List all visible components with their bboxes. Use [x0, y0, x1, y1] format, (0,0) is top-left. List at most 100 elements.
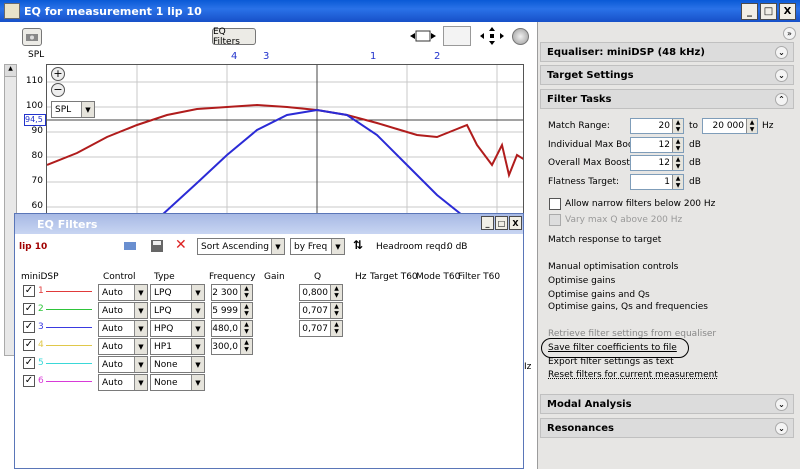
filter-frequency-input[interactable]: 480,0 ▲ ▼	[211, 320, 253, 337]
zoom-in-button[interactable]: +	[51, 67, 65, 81]
app-icon	[4, 3, 20, 19]
allow-narrow-label[interactable]: Allow narrow filters below 200 Hz	[565, 199, 715, 209]
filter-q-input[interactable]: 0,800 ▲ ▼	[299, 284, 343, 301]
filter-control-select[interactable]: Auto ▼	[98, 302, 148, 319]
filter-tasks-header[interactable]: Filter Tasks ⌃	[540, 89, 794, 109]
allow-narrow-checkbox[interactable]	[549, 198, 561, 210]
col-filter-t60: Filter T60	[458, 272, 501, 282]
frequency-response-graph[interactable]: + − SPL ▼	[46, 64, 524, 214]
filter-marker-1[interactable]: 1	[370, 51, 376, 62]
flatness-target-input[interactable]: 1 ▲ ▼	[630, 174, 684, 190]
y-tick-90: 90	[31, 126, 43, 136]
col-target-t60: Target T60	[370, 272, 418, 282]
filter-control-select[interactable]: Auto ▼	[98, 356, 148, 373]
filter-color-swatch	[46, 327, 92, 328]
gear-icon[interactable]	[512, 28, 529, 45]
eq-filters-button[interactable]: EQ Filters	[212, 27, 256, 47]
save-icon[interactable]	[150, 239, 164, 253]
zoom-x-icon[interactable]	[408, 26, 438, 46]
export-settings-link[interactable]: Export filter settings as text	[548, 357, 674, 367]
reset-filters-link[interactable]: Reset filters for current measurement	[548, 370, 718, 380]
flatness-target-label: Flatness Target:	[548, 177, 620, 187]
filter-q-input[interactable]: 0,707 ▲ ▼	[299, 302, 343, 319]
filter-enable-checkbox[interactable]: ✓	[23, 303, 35, 315]
filter-control-select[interactable]: Auto ▼	[98, 374, 148, 391]
db-unit-label: dB	[689, 140, 701, 150]
camera-button[interactable]	[22, 28, 42, 46]
filter-type-select[interactable]: LPQ ▼	[150, 284, 205, 301]
eq-dialog-close-button[interactable]: X	[509, 216, 522, 230]
chevron-down-icon[interactable]: ⌄	[775, 398, 788, 411]
equaliser-section-header[interactable]: Equaliser: miniDSP (48 kHz) ⌄	[540, 42, 794, 62]
cursor-readout: 94,5	[24, 114, 46, 126]
filter-number: 1	[38, 286, 44, 296]
filter-marker-4[interactable]: 4	[231, 51, 237, 62]
filter-type-select[interactable]: None ▼	[150, 356, 205, 373]
filter-control-select[interactable]: Auto ▼	[98, 320, 148, 337]
maximize-button[interactable]: □	[760, 3, 777, 20]
filter-number: 2	[38, 304, 44, 314]
close-button[interactable]: X	[779, 3, 796, 20]
chevron-down-icon[interactable]: ⌄	[775, 69, 788, 82]
match-range-to-input[interactable]: 20 000 ▲ ▼	[702, 118, 758, 134]
optimise-gains-qs-link[interactable]: Optimise gains and Qs	[548, 290, 650, 300]
eq-dialog-maximize-button[interactable]: □	[495, 216, 508, 230]
filter-enable-checkbox[interactable]: ✓	[23, 357, 35, 369]
vary-q-checkbox[interactable]	[549, 214, 561, 226]
sort-select[interactable]: Sort Ascending ▼	[197, 238, 285, 255]
sort-by-select[interactable]: by Freq ▼	[290, 238, 345, 255]
copy-icon[interactable]	[123, 239, 137, 253]
hz-unit-label: Hz	[762, 121, 774, 131]
minimize-button[interactable]: _	[741, 3, 758, 20]
filter-frequency-input[interactable]: 5 999 ▲ ▼	[211, 302, 253, 319]
filter-enable-checkbox[interactable]: ✓	[23, 375, 35, 387]
resonances-header[interactable]: Resonances ⌄	[540, 418, 794, 438]
layout-icon[interactable]	[443, 26, 471, 46]
filter-enable-checkbox[interactable]: ✓	[23, 339, 35, 351]
filter-enable-checkbox[interactable]: ✓	[23, 321, 35, 333]
filter-enable-checkbox[interactable]: ✓	[23, 285, 35, 297]
y-tick-70: 70	[31, 176, 43, 186]
optimise-gains-link[interactable]: Optimise gains	[548, 276, 615, 286]
chevron-down-icon[interactable]: ⌄	[775, 46, 788, 59]
filter-type-select[interactable]: HP1 ▼	[150, 338, 205, 355]
camera-icon	[26, 34, 38, 41]
modal-analysis-header[interactable]: Modal Analysis ⌄	[540, 394, 794, 414]
zoom-out-button[interactable]: −	[51, 83, 65, 97]
match-range-from-input[interactable]: 20 ▲ ▼	[630, 118, 684, 134]
chevron-down-icon[interactable]: ⌄	[775, 422, 788, 435]
filter-marker-2[interactable]: 2	[434, 51, 440, 62]
delete-icon[interactable]: ✕	[175, 237, 187, 253]
col-type: Type	[154, 272, 175, 282]
filter-number: 3	[38, 322, 44, 332]
optimise-all-link[interactable]: Optimise gains, Qs and frequencies	[548, 302, 708, 312]
spl-axis-label: SPL	[28, 50, 45, 60]
filter-marker-3[interactable]: 3	[263, 51, 269, 62]
spl-select[interactable]: SPL ▼	[51, 101, 95, 118]
target-settings-header[interactable]: Target Settings ⌄	[540, 65, 794, 85]
collapse-panel-icon[interactable]: »	[783, 27, 796, 40]
filter-control-select[interactable]: Auto ▼	[98, 284, 148, 301]
filter-type-select[interactable]: None ▼	[150, 374, 205, 391]
filter-type-select[interactable]: HPQ ▼	[150, 320, 205, 337]
measurement-name: lip 10	[19, 242, 48, 252]
filter-type-select[interactable]: LPQ ▼	[150, 302, 205, 319]
filter-q-input[interactable]: 0,707 ▲ ▼	[299, 320, 343, 337]
sort-order-icon[interactable]: ⇅	[353, 238, 363, 252]
col-hz: Hz	[355, 272, 367, 282]
filter-control-select[interactable]: Auto ▼	[98, 338, 148, 355]
y-tick-100: 100	[25, 101, 43, 111]
individual-max-boost-input[interactable]: 12 ▲ ▼	[630, 137, 684, 153]
filter-number: 6	[38, 376, 44, 386]
chevron-up-icon[interactable]: ⌃	[775, 93, 788, 106]
match-response-link[interactable]: Match response to target	[548, 235, 661, 245]
overall-max-boost-input[interactable]: 12 ▲ ▼	[630, 155, 684, 171]
db-unit-label: dB	[689, 158, 701, 168]
highlight-ellipse	[541, 338, 689, 358]
move-arrows-icon[interactable]	[478, 26, 506, 46]
filter-color-swatch	[46, 345, 92, 346]
filter-color-swatch	[46, 309, 92, 310]
filter-frequency-input[interactable]: 300,0 ▲ ▼	[211, 338, 253, 355]
filter-frequency-input[interactable]: 2 300 ▲ ▼	[211, 284, 253, 301]
eq-dialog-minimize-button[interactable]: _	[481, 216, 494, 230]
